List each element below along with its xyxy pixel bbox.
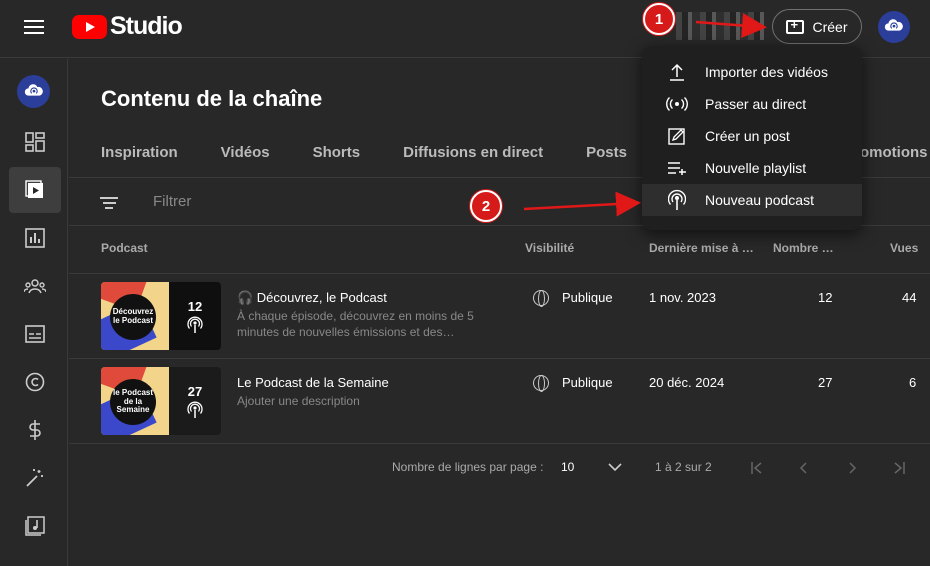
edit-icon bbox=[668, 128, 685, 145]
first-page-icon[interactable] bbox=[749, 461, 765, 475]
youtube-play-icon bbox=[72, 14, 107, 39]
rows-per-page-select[interactable]: 10 bbox=[561, 460, 574, 474]
next-page-icon[interactable] bbox=[845, 461, 859, 475]
column-header-views[interactable]: Vues bbox=[890, 241, 918, 255]
updated-value: 1 nov. 2023 bbox=[649, 290, 716, 305]
magic-wand-icon bbox=[26, 469, 43, 487]
menu-item-new-podcast[interactable]: Nouveau podcast bbox=[642, 184, 862, 216]
menu-item-label: Créer un post bbox=[705, 128, 790, 144]
upload-icon bbox=[670, 63, 684, 81]
divider bbox=[69, 443, 930, 444]
tab-videos[interactable]: Vidéos bbox=[221, 144, 270, 161]
menu-item-new-playlist[interactable]: Nouvelle playlist bbox=[642, 152, 862, 184]
podcast-icon bbox=[187, 316, 203, 333]
menu-item-label: Nouvelle playlist bbox=[705, 160, 807, 176]
video-add-icon bbox=[786, 17, 805, 34]
tab-promotions[interactable]: omotions bbox=[860, 144, 928, 161]
account-avatar[interactable] bbox=[878, 11, 910, 43]
sidebar-item-content[interactable] bbox=[9, 167, 61, 213]
podcast-cloud-icon bbox=[24, 83, 43, 96]
community-icon bbox=[24, 279, 46, 294]
sidebar-item-audio-library[interactable] bbox=[9, 503, 61, 549]
column-header-count[interactable]: Nombre … bbox=[773, 241, 834, 255]
divider bbox=[69, 358, 930, 359]
filter-input[interactable]: Filtrer bbox=[153, 193, 191, 210]
studio-logo[interactable]: Studio bbox=[72, 12, 183, 41]
chevron-down-icon[interactable] bbox=[607, 462, 623, 472]
pagination-range: 1 à 2 sur 2 bbox=[655, 460, 712, 474]
page-title: Contenu de la chaîne bbox=[101, 86, 323, 111]
episode-count-badge: 27 bbox=[187, 383, 203, 399]
count-value: 12 bbox=[818, 290, 833, 305]
menu-item-create-post[interactable]: Créer un post bbox=[642, 120, 862, 152]
content-tabs: Inspiration Vidéos Shorts Diffusions en … bbox=[101, 144, 670, 161]
sidebar-item-subtitles[interactable] bbox=[9, 311, 61, 357]
sidebar-item-community[interactable] bbox=[9, 263, 61, 309]
sidebar-item-customization[interactable] bbox=[9, 455, 61, 501]
column-header-podcast: Podcast bbox=[101, 241, 148, 255]
column-header-updated[interactable]: Dernière mise à … bbox=[649, 241, 754, 255]
redacted-area bbox=[676, 12, 764, 40]
visibility-value[interactable]: Publique bbox=[562, 375, 613, 390]
podcast-title[interactable]: Le Podcast de la Semaine bbox=[237, 375, 389, 390]
create-button-label: Créer bbox=[812, 18, 848, 35]
menu-item-go-live[interactable]: Passer au direct bbox=[642, 88, 862, 120]
podcast-icon bbox=[668, 189, 686, 210]
tab-posts[interactable]: Posts bbox=[586, 144, 627, 161]
sidebar-item-earn[interactable] bbox=[9, 407, 61, 453]
menu-item-upload-videos[interactable]: Importer des vidéos bbox=[642, 56, 862, 88]
subtitles-icon bbox=[25, 325, 45, 343]
sidebar-item-analytics[interactable] bbox=[9, 215, 61, 261]
previous-page-icon[interactable] bbox=[797, 461, 811, 475]
channel-avatar[interactable] bbox=[17, 75, 50, 108]
dashboard-icon bbox=[25, 132, 45, 152]
podcast-description[interactable]: Ajouter une description bbox=[237, 393, 487, 409]
count-value: 27 bbox=[818, 375, 833, 390]
sidebar bbox=[0, 59, 68, 566]
audio-library-icon bbox=[25, 516, 45, 536]
last-page-icon[interactable] bbox=[891, 461, 907, 475]
annotation-step-2: 2 bbox=[470, 190, 502, 222]
live-icon bbox=[666, 97, 688, 111]
sidebar-item-dashboard[interactable] bbox=[9, 119, 61, 165]
podcast-icon bbox=[187, 401, 203, 418]
globe-icon bbox=[533, 290, 549, 307]
annotation-step-1: 1 bbox=[643, 3, 675, 35]
analytics-icon bbox=[25, 228, 45, 248]
divider bbox=[69, 273, 930, 274]
podcast-cloud-icon bbox=[884, 19, 903, 31]
column-header-visibility[interactable]: Visibilité bbox=[525, 241, 574, 255]
episode-count-badge: 12 bbox=[187, 298, 203, 314]
thumbnail-text: Découvrez le Podcast bbox=[110, 294, 156, 340]
views-value: 6 bbox=[909, 375, 917, 390]
podcast-thumbnail[interactable]: Découvrez le Podcast 12 bbox=[101, 282, 221, 350]
rows-per-page-label: Nombre de lignes par page : bbox=[392, 460, 544, 474]
menu-item-label: Passer au direct bbox=[705, 96, 807, 112]
sidebar-item-copyright[interactable] bbox=[9, 359, 61, 405]
hamburger-menu-icon[interactable] bbox=[24, 16, 44, 36]
dollar-icon bbox=[29, 420, 41, 440]
app-name: Studio bbox=[110, 12, 183, 40]
tab-inspiration[interactable]: Inspiration bbox=[101, 144, 178, 161]
tab-live[interactable]: Diffusions en direct bbox=[403, 144, 543, 161]
tab-shorts[interactable]: Shorts bbox=[313, 144, 361, 161]
playlist-add-icon bbox=[668, 162, 686, 175]
menu-item-label: Importer des vidéos bbox=[705, 64, 828, 80]
create-button[interactable]: Créer bbox=[772, 9, 862, 44]
podcast-title[interactable]: 🎧 Découvrez, le Podcast bbox=[237, 290, 387, 306]
arrow-to-podcast bbox=[523, 191, 641, 217]
create-menu: Importer des vidéos Passer au direct Cré… bbox=[642, 46, 862, 230]
thumbnail-text: le Podcast de la Semaine bbox=[110, 379, 156, 425]
filter-icon[interactable] bbox=[100, 194, 118, 212]
updated-value: 20 déc. 2024 bbox=[649, 375, 725, 390]
content-icon bbox=[25, 180, 43, 198]
podcast-thumbnail[interactable]: le Podcast de la Semaine 27 bbox=[101, 367, 221, 435]
copyright-icon bbox=[25, 372, 45, 392]
menu-item-label: Nouveau podcast bbox=[705, 192, 814, 208]
views-value: 44 bbox=[902, 290, 917, 305]
podcast-description: À chaque épisode, découvrez en moins de … bbox=[237, 309, 474, 339]
visibility-value[interactable]: Publique bbox=[562, 290, 613, 305]
globe-icon bbox=[533, 375, 549, 392]
